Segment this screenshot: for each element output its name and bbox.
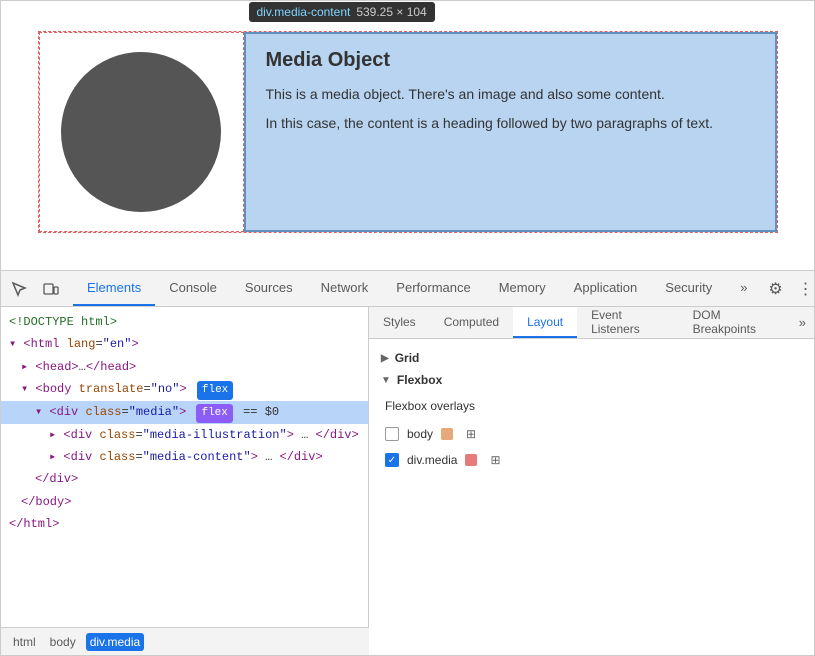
flexbox-section-label: Flexbox [397, 373, 442, 387]
element-tooltip: div.media-content 539.25 × 104 [249, 2, 435, 22]
html-line-close-html[interactable]: </html> [1, 513, 368, 535]
tooltip-element-name: div.media-content [257, 5, 351, 19]
body-overlay-label: body [407, 427, 433, 441]
html-line-head[interactable]: ▸ <head>…</head> [1, 356, 368, 378]
body-color-swatch [441, 428, 453, 440]
tab-console[interactable]: Console [155, 271, 231, 306]
html-line-media-illustration[interactable]: ▸ <div class="media-illustration"> … </d… [1, 424, 368, 446]
flexbox-section-content: Flexbox overlays body ⊞ div.media [369, 391, 814, 481]
media-illustration [39, 32, 244, 232]
media-paragraph2: In this case, the content is a heading f… [266, 113, 755, 134]
media-object-container: div.media-content 539.25 × 104 Media Obj… [38, 31, 778, 233]
devtools-window: div.media-content 539.25 × 104 Media Obj… [0, 0, 815, 656]
circle-image [61, 52, 221, 212]
body-overlay-settings-icon[interactable]: ⊞ [461, 424, 481, 444]
overlay-row-body: body ⊞ [385, 421, 798, 447]
devtools-content: <!DOCTYPE html> ▾ <html lang="en"> ▸ <he… [1, 307, 814, 627]
div-media-color-swatch [465, 454, 477, 466]
div-media-overlay-checkbox[interactable] [385, 453, 399, 467]
settings-icon[interactable]: ⚙ [761, 275, 789, 303]
flexbox-chevron-icon: ▼ [381, 375, 391, 386]
tab-layout[interactable]: Layout [513, 307, 577, 338]
html-line-close-body[interactable]: </body> [1, 491, 368, 513]
breadcrumb-bar: html body div.media [1, 627, 369, 655]
tab-network[interactable]: Network [307, 271, 383, 306]
html-line-body[interactable]: ▾ <body translate="no"> flex [1, 378, 368, 401]
devtools-toolbar: Elements Console Sources Network Perform… [1, 271, 814, 307]
html-line-media-content[interactable]: ▸ <div class="media-content"> … </div> [1, 446, 368, 468]
styles-tab-more[interactable]: » [791, 307, 814, 338]
more-options-icon[interactable]: ⋮ [791, 275, 815, 303]
tooltip-dimensions: 539.25 × 104 [356, 5, 426, 19]
tab-event-listeners[interactable]: Event Listeners [577, 307, 679, 338]
html-line-div-media[interactable]: ▾ <div class="media"> flex == $0 [1, 401, 368, 424]
breadcrumb-body[interactable]: body [46, 633, 80, 651]
tab-sources[interactable]: Sources [231, 271, 307, 306]
flexbox-section-header[interactable]: ▼ Flexbox [369, 369, 814, 391]
tab-computed[interactable]: Computed [430, 307, 513, 338]
div-media-overlay-label: div.media [407, 453, 457, 467]
toolbar-right: ⚙ ⋮ ✕ [761, 275, 815, 303]
grid-section-label: Grid [395, 351, 420, 365]
body-overlay-checkbox[interactable] [385, 427, 399, 441]
html-line-html[interactable]: ▾ <html lang="en"> [1, 333, 368, 355]
layout-content: ▶ Grid ▼ Flexbox Flexbox overlays body [369, 339, 814, 627]
inspect-icon[interactable] [5, 275, 33, 303]
device-toggle-icon[interactable] [37, 275, 65, 303]
toolbar-icons [5, 275, 65, 303]
preview-area: div.media-content 539.25 × 104 Media Obj… [1, 1, 814, 271]
tab-performance[interactable]: Performance [382, 271, 484, 306]
tab-application[interactable]: Application [560, 271, 652, 306]
devtools-panel: Elements Console Sources Network Perform… [1, 271, 814, 655]
html-line-close-div[interactable]: </div> [1, 468, 368, 490]
elements-panel: <!DOCTYPE html> ▾ <html lang="en"> ▸ <he… [1, 307, 369, 627]
media-content: Media Object This is a media object. The… [244, 32, 777, 232]
tab-memory[interactable]: Memory [485, 271, 560, 306]
styles-sub-tabs: Styles Computed Layout Event Listeners D… [369, 307, 814, 339]
tab-more[interactable]: » [726, 271, 761, 306]
div-media-overlay-settings-icon[interactable]: ⊞ [485, 450, 505, 470]
overlay-row-div-media: div.media ⊞ [385, 447, 798, 473]
body-flex-badge: flex [197, 381, 233, 400]
tab-elements[interactable]: Elements [73, 271, 155, 306]
tab-styles[interactable]: Styles [369, 307, 430, 338]
grid-section-header[interactable]: ▶ Grid [369, 347, 814, 369]
tab-security[interactable]: Security [651, 271, 726, 306]
tab-dom-breakpoints[interactable]: DOM Breakpoints [679, 307, 791, 338]
breadcrumb-html[interactable]: html [9, 633, 40, 651]
media-paragraph1: This is a media object. There's an image… [266, 84, 755, 105]
grid-chevron-icon: ▶ [381, 353, 389, 364]
styles-panel: Styles Computed Layout Event Listeners D… [369, 307, 814, 627]
media-flex-badge: flex [196, 404, 232, 423]
breadcrumb-div-media[interactable]: div.media [86, 633, 144, 651]
media-heading: Media Object [266, 49, 755, 72]
html-line-doctype[interactable]: <!DOCTYPE html> [1, 311, 368, 333]
devtools-main-tabs: Elements Console Sources Network Perform… [73, 271, 761, 306]
flexbox-overlays-title: Flexbox overlays [385, 399, 798, 413]
